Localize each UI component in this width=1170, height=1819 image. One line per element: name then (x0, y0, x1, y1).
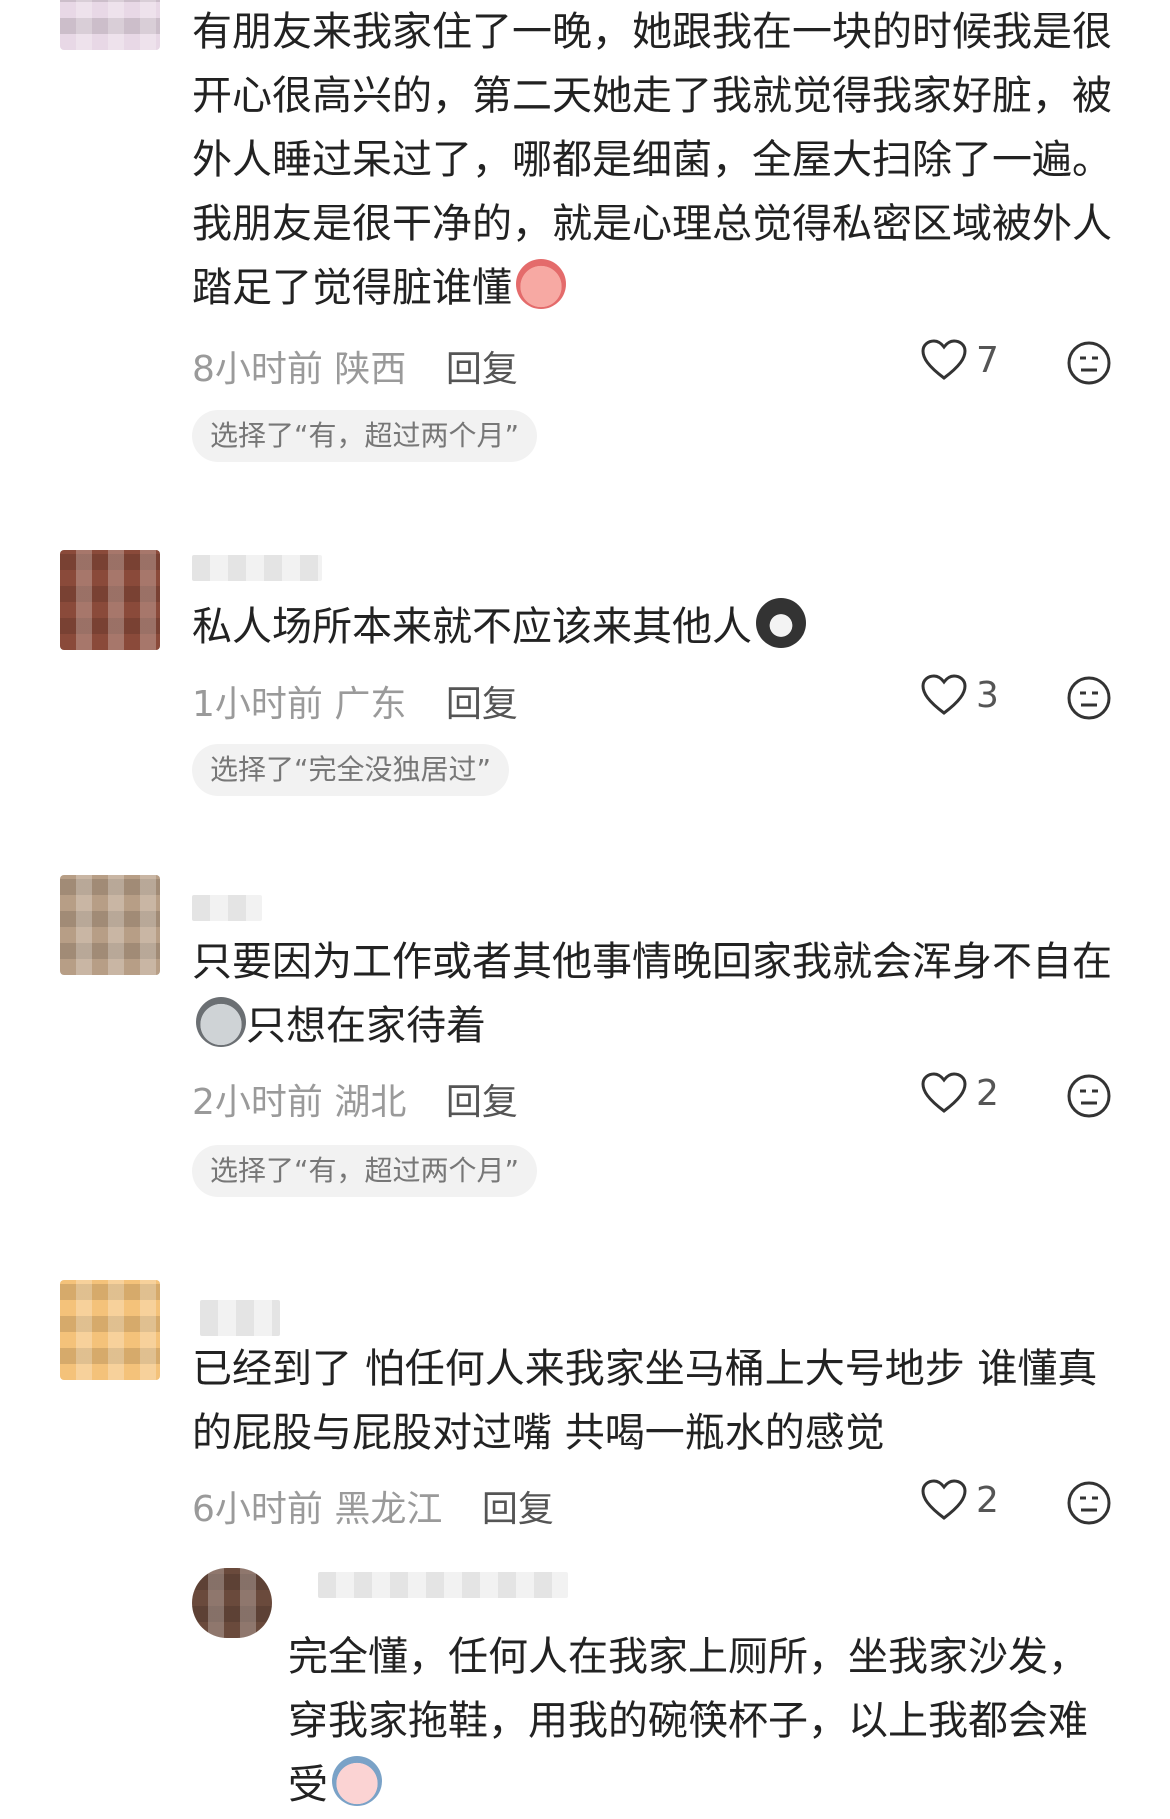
comment-time: 1小时前 (192, 684, 323, 725)
like-button[interactable]: 2 (920, 1071, 999, 1115)
comment-location: 黑龙江 (334, 1489, 443, 1530)
vote-choice-chip: 选择了“有，超过两个月” (192, 1145, 538, 1197)
crying-face-icon (516, 259, 566, 309)
avatar[interactable] (60, 550, 160, 650)
like-count: 2 (976, 1479, 999, 1521)
ghost-face-icon (196, 997, 246, 1047)
reply-button[interactable]: 回复 (446, 684, 518, 725)
reply-button[interactable]: 回复 (446, 349, 518, 390)
heart-icon (921, 1072, 967, 1113)
like-count: 7 (976, 339, 999, 381)
username[interactable] (192, 895, 262, 921)
like-button[interactable]: 2 (920, 1478, 999, 1522)
cat-face-icon (756, 598, 806, 648)
dislike-face-icon[interactable] (1066, 340, 1112, 386)
vote-choice-chip: 选择了“完全没独居过” (192, 744, 510, 796)
sad-face-icon (332, 1756, 382, 1806)
comment-text: 只要因为工作或者其他事情晚回家我就会浑身不自在只想在家待着 (192, 939, 1112, 1049)
comment-location: 湖北 (334, 1082, 407, 1123)
avatar[interactable] (60, 875, 160, 975)
username[interactable] (318, 1572, 568, 1598)
vote-choice-chip: 选择了“有，超过两个月” (192, 410, 538, 462)
avatar[interactable] (192, 1568, 272, 1638)
avatar[interactable] (60, 1280, 160, 1380)
comment-text: 私人场所本来就不应该来其他人 (192, 595, 1112, 659)
comment-time: 2小时前 (192, 1082, 323, 1123)
username[interactable] (200, 1300, 280, 1336)
reply-button[interactable]: 回复 (446, 1082, 518, 1123)
dislike-face-icon[interactable] (1066, 1480, 1112, 1526)
heart-icon (921, 1479, 967, 1520)
comment-meta: 8小时前 陕西 回复 (192, 340, 518, 392)
reply-button[interactable]: 回复 (482, 1489, 554, 1530)
comment-location: 广东 (334, 684, 407, 725)
comment-text: 已经到了 怕任何人来我家坐马桶上大号地步 谁懂真的屁股与屁股对过嘴 共喝一瓶水的… (192, 1346, 1098, 1456)
comment-meta: 2小时前 湖北 回复 (192, 1073, 518, 1125)
username[interactable] (192, 555, 322, 581)
comment-time: 6小时前 (192, 1489, 323, 1530)
dislike-face-icon[interactable] (1066, 675, 1112, 721)
like-button[interactable]: 3 (920, 673, 999, 717)
dislike-face-icon[interactable] (1066, 1073, 1112, 1119)
like-count: 3 (976, 674, 999, 716)
heart-icon (921, 674, 967, 715)
avatar[interactable] (60, 0, 160, 50)
comment-meta: 1小时前 广东 回复 (192, 675, 518, 727)
like-button[interactable]: 7 (920, 338, 999, 382)
heart-icon (921, 339, 967, 380)
comment-location: 陕西 (334, 349, 407, 390)
comment-time: 8小时前 (192, 349, 323, 390)
reply-text: 完全懂，任何人在我家上厕所，坐我家沙发，穿我家拖鞋，用我的碗筷杯子，以上我都会难… (288, 1634, 1088, 1808)
comment-text: 有朋友来我家住了一晚，她跟我在一块的时候我是很开心很高兴的，第二天她走了我就觉得… (192, 9, 1112, 311)
like-count: 2 (976, 1072, 999, 1114)
comment-meta: 6小时前 黑龙江 回复 (192, 1480, 554, 1532)
